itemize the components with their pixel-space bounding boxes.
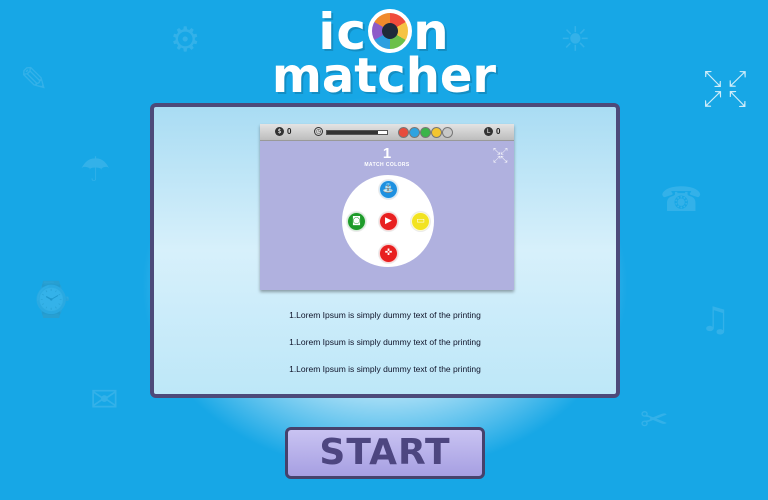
preview-level: 0: [496, 127, 501, 136]
movie-camera-icon: ▶: [379, 212, 398, 231]
instruction-line-2: 1.Lorem Ipsum is simply dummy text of th…: [289, 337, 481, 347]
color-swatch-5: [442, 127, 453, 138]
background-doodle: ☎: [660, 180, 703, 220]
water-tap-icon: ⛲: [379, 180, 398, 199]
level-icon: L: [484, 127, 493, 136]
background-doodle: ⌚: [30, 280, 73, 320]
instruction-line-3: 1.Lorem Ipsum is simply dummy text of th…: [289, 364, 481, 374]
color-swatch-3: [420, 127, 431, 138]
logo-text-matcher: matcher: [271, 48, 497, 104]
color-swatch-1: [398, 127, 409, 138]
background-doodle: ♫: [700, 300, 731, 340]
preview-level-number: 1: [382, 145, 392, 162]
gamepad-icon: ✜: [379, 244, 398, 263]
camera-aperture-icon: [368, 9, 413, 53]
preview-subtitle: MATCH COLORS: [364, 162, 410, 168]
instructions-panel: $ 0 ◷ L 0 1 MATCH COLORS ⤡⤢ ⤢⤡ ⛲ ◙ ▶ ▭ ✜ …: [150, 103, 620, 398]
timer-bar: [326, 130, 388, 135]
background-doodle: ✉: [90, 380, 119, 420]
stopwatch-icon: ◷: [314, 127, 323, 136]
camera-icon: ◙: [347, 212, 366, 231]
gameplay-preview: $ 0 ◷ L 0 1 MATCH COLORS ⤡⤢ ⤢⤡ ⛲ ◙ ▶ ▭ ✜: [260, 124, 514, 290]
color-swatch-2: [409, 127, 420, 138]
message-icon: ▭: [411, 212, 430, 231]
color-swatch-4: [431, 127, 442, 138]
background-doodle: ☂: [80, 150, 111, 190]
preview-score: 0: [287, 127, 292, 136]
icon-wheel: ⛲ ◙ ▶ ▭ ✜: [342, 175, 434, 267]
timer-fill: [327, 131, 378, 134]
fullscreen-icon-small: ⤡⤢ ⤢⤡: [493, 147, 508, 165]
preview-top-bar: $ 0 ◷ L 0: [260, 124, 514, 141]
score-icon: $: [275, 127, 284, 136]
start-button[interactable]: START: [285, 427, 485, 479]
instruction-line-1: 1.Lorem Ipsum is simply dummy text of th…: [289, 310, 481, 320]
background-doodle: ✂: [640, 400, 669, 440]
fullscreen-icon[interactable]: ⤡ ⤢ ⤢ ⤡: [702, 69, 748, 112]
logo-title-line2: matcher: [0, 50, 768, 102]
